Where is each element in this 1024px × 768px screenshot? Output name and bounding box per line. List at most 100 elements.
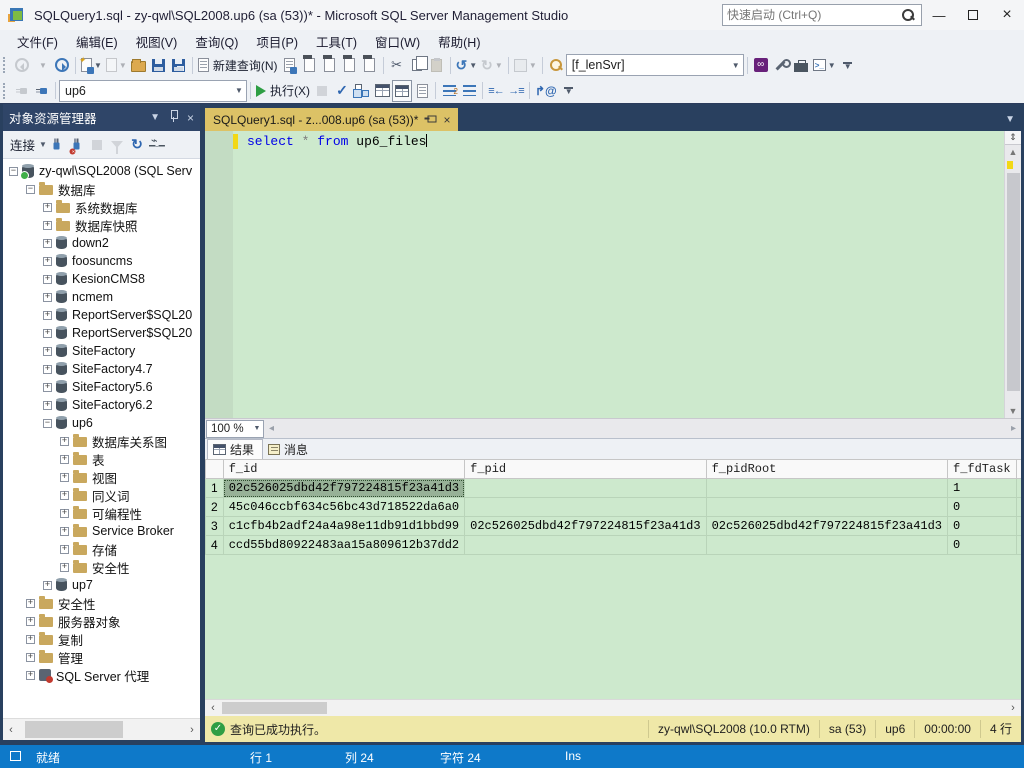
menu-item[interactable]: 窗口(W)	[366, 30, 429, 53]
toolbar-overflow-icon[interactable]: ▼	[559, 80, 579, 102]
maximize-button[interactable]	[956, 0, 990, 30]
navigate-backward-caret[interactable]: ▼	[32, 54, 52, 76]
toolbar-grip[interactable]	[3, 83, 8, 99]
collapse-icon[interactable]: −	[9, 167, 18, 176]
cancel-query-icon[interactable]	[312, 80, 332, 102]
row-number-cell[interactable]: 3	[206, 517, 224, 536]
connect-menu[interactable]: 连接	[10, 135, 35, 154]
menu-item[interactable]: 文件(F)	[8, 30, 67, 53]
copy-icon[interactable]	[407, 54, 427, 76]
grid-cell[interactable]: 0	[1016, 479, 1021, 498]
tab-pin-icon[interactable]	[426, 112, 435, 127]
menu-item[interactable]: 工具(T)	[307, 30, 366, 53]
expand-icon[interactable]: +	[26, 635, 35, 644]
grid-cell[interactable]: 1	[1016, 517, 1021, 536]
grid-cell[interactable]: c1cfb4b2adf24a4a98e11db91d1bbd99	[223, 517, 464, 536]
parse-icon[interactable]: ✓	[332, 80, 352, 102]
expand-icon[interactable]: +	[26, 599, 35, 608]
grid-cell[interactable]: 0	[948, 517, 1017, 536]
tree-item[interactable]: +视图	[3, 468, 200, 486]
tree-item[interactable]: +表	[3, 450, 200, 468]
grid-cell[interactable]	[465, 536, 706, 555]
toolbar-grip[interactable]	[3, 57, 8, 73]
tree-item[interactable]: +SiteFactory4.7	[3, 360, 200, 378]
new-query-button[interactable]: 新建查询(N)	[196, 54, 280, 76]
quick-launch-input[interactable]	[723, 8, 901, 22]
row-number-cell[interactable]: 2	[206, 498, 224, 517]
activity-monitor-icon[interactable]	[147, 135, 167, 155]
code-line-1[interactable]: select * from up6_files	[247, 134, 1004, 149]
menu-item[interactable]: 帮助(H)	[429, 30, 489, 53]
editor-selection-margin[interactable]	[205, 131, 233, 418]
tree-item[interactable]: +SQL Server 代理	[3, 666, 200, 684]
vs-shell-icon[interactable]: ∞	[751, 54, 771, 76]
database-combo[interactable]: up6 ▼	[59, 80, 247, 102]
filter-icon[interactable]	[107, 135, 127, 155]
tab-messages[interactable]: 消息	[263, 439, 316, 459]
sql-editor[interactable]: select * from up6_files ⇕ ▲ ▼	[205, 131, 1021, 418]
tree-item[interactable]: +管理	[3, 648, 200, 666]
tree-item[interactable]: −zy-qwl\SQL2008 (SQL Serv	[3, 162, 200, 180]
expand-icon[interactable]: +	[26, 617, 35, 626]
save-all-icon[interactable]	[169, 54, 189, 76]
open-file-icon[interactable]	[129, 54, 149, 76]
menu-item[interactable]: 查询(Q)	[186, 30, 247, 53]
combo-dropdown-icon[interactable]: ▼	[729, 61, 743, 70]
expand-icon[interactable]: +	[43, 383, 52, 392]
grid-cell[interactable]: 45c046ccbf634c56bc43d718522da6a0	[223, 498, 464, 517]
expand-icon[interactable]: +	[43, 401, 52, 410]
database-engine-query-icon[interactable]	[280, 54, 300, 76]
tree-item[interactable]: +SiteFactory5.6	[3, 378, 200, 396]
expand-icon[interactable]: +	[26, 671, 35, 680]
expand-icon[interactable]: +	[43, 221, 52, 230]
undo-icon[interactable]: ↺▼	[454, 54, 480, 76]
grid-cell[interactable]: ccd55bd80922483aa15a809612b37dd2	[223, 536, 464, 555]
decrease-indent-icon[interactable]: ≡←	[486, 80, 506, 102]
tree-item[interactable]: +存储	[3, 540, 200, 558]
dax-query-icon[interactable]	[360, 54, 380, 76]
expand-icon[interactable]: +	[60, 545, 69, 554]
close-button[interactable]: ×	[990, 0, 1024, 30]
paste-icon[interactable]	[427, 54, 447, 76]
scroll-up-icon[interactable]: ▲	[1005, 145, 1021, 159]
collapse-icon[interactable]: −	[43, 419, 52, 428]
redo-icon[interactable]: ↺▼	[479, 54, 505, 76]
menu-item[interactable]: 编辑(E)	[67, 30, 127, 53]
new-project-icon[interactable]: ▼	[104, 54, 129, 76]
editor-horizontal-scrollbar[interactable]	[279, 419, 1006, 438]
scroll-left-icon[interactable]: ‹	[3, 719, 19, 740]
row-number-cell[interactable]: 4	[206, 536, 224, 555]
grid-column-header[interactable]: f_fdChi	[1016, 460, 1021, 479]
expand-icon[interactable]: +	[43, 329, 52, 338]
expand-icon[interactable]: +	[43, 347, 52, 356]
query-designer-icon[interactable]	[372, 80, 392, 102]
tree-item[interactable]: +安全性	[3, 558, 200, 576]
tree-item[interactable]: −up6	[3, 414, 200, 432]
expand-icon[interactable]: +	[43, 203, 52, 212]
grid-cell[interactable]: 0	[1016, 536, 1021, 555]
close-panel-icon[interactable]: ×	[187, 111, 194, 125]
editor-vertical-scrollbar[interactable]: ⇕ ▲ ▼	[1004, 131, 1021, 418]
connect-server-icon[interactable]	[47, 135, 67, 155]
uncomment-icon[interactable]	[459, 80, 479, 102]
expand-icon[interactable]: +	[43, 365, 52, 374]
expand-icon[interactable]: +	[43, 275, 52, 284]
results-to-file-icon[interactable]	[412, 80, 432, 102]
template-parameters-icon[interactable]: ↱@	[533, 80, 559, 102]
scrollbar-thumb[interactable]	[222, 702, 327, 714]
cut-icon[interactable]: ✂	[387, 54, 407, 76]
expand-icon[interactable]: +	[43, 293, 52, 302]
grid-cell[interactable]: 0	[948, 498, 1017, 517]
grid-cell[interactable]: 02c526025dbd42f797224815f23a41d3	[465, 517, 706, 536]
expand-icon[interactable]: +	[43, 311, 52, 320]
quick-launch-box[interactable]	[722, 4, 922, 26]
tree-item[interactable]: +ReportServer$SQL20	[3, 306, 200, 324]
grid-column-header[interactable]: f_fdTask	[948, 460, 1017, 479]
scroll-left-icon[interactable]: ‹	[205, 700, 221, 716]
menu-item[interactable]: 视图(V)	[127, 30, 187, 53]
change-connection-icon[interactable]	[32, 80, 52, 102]
active-files-dropdown-icon[interactable]: ▼	[1005, 114, 1015, 125]
wrench-icon[interactable]	[771, 54, 791, 76]
tree-item[interactable]: +系统数据库	[3, 198, 200, 216]
expand-icon[interactable]: +	[60, 509, 69, 518]
